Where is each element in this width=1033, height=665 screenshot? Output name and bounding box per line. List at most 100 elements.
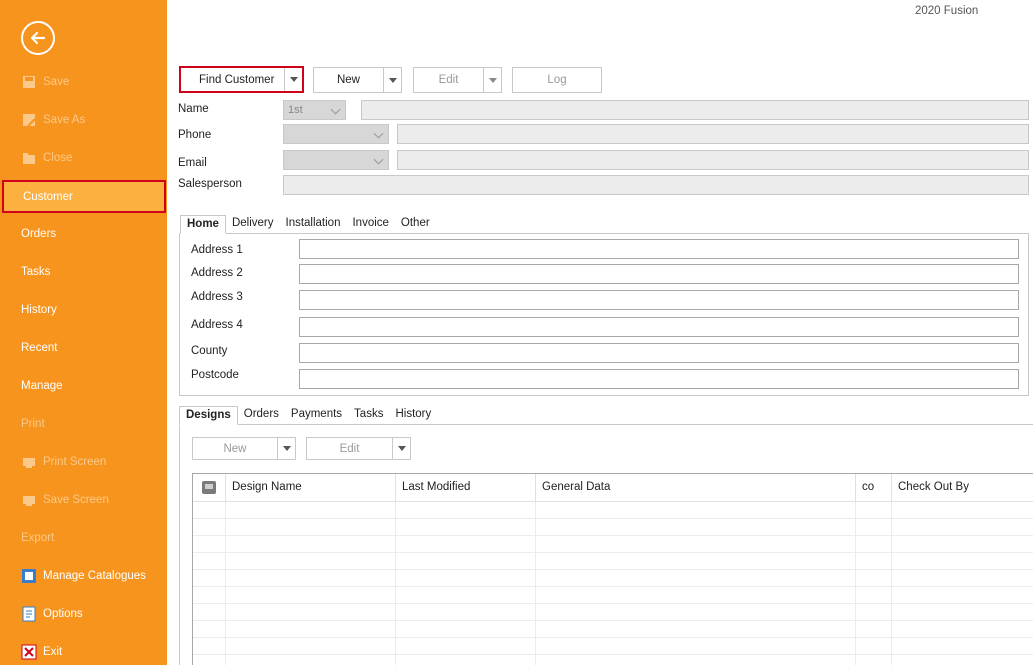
sidebar-item-save[interactable]: Save <box>0 66 167 98</box>
phone-label: Phone <box>178 129 212 141</box>
sidebar-item-manage[interactable]: Manage <box>0 370 167 402</box>
sidebar-item-label: Manage Catalogues <box>43 570 146 582</box>
salesperson-field[interactable] <box>283 175 1029 195</box>
sidebar-item-print-screen[interactable]: Print Screen <box>0 446 167 478</box>
sidebar-item-label: Save Screen <box>43 494 109 506</box>
table-row[interactable] <box>193 655 1033 665</box>
folder-close-icon <box>21 150 37 166</box>
column-last-modified[interactable]: Last Modified <box>395 474 535 502</box>
tab-home[interactable]: Home <box>180 215 226 234</box>
sidebar-item-label: Save <box>43 76 70 88</box>
sidebar-item-recent[interactable]: Recent <box>0 332 167 364</box>
design-type-icon <box>202 481 216 494</box>
design-tabs: Designs Orders Payments Tasks History <box>179 406 437 425</box>
chevron-down-icon[interactable] <box>383 68 401 92</box>
table-row[interactable] <box>193 536 1033 553</box>
email-type-select[interactable] <box>283 150 389 170</box>
sidebar-item-save-screen[interactable]: Save Screen <box>0 484 167 516</box>
address-tabs: Home Delivery Installation Invoice Other <box>180 215 436 234</box>
table-row[interactable] <box>193 553 1033 570</box>
table-row[interactable] <box>193 502 1033 519</box>
log-button[interactable]: Log <box>512 67 602 93</box>
address4-label: Address 4 <box>191 319 243 331</box>
chevron-down-icon <box>373 128 384 139</box>
new-design-button[interactable]: New <box>192 437 296 460</box>
name-order-value: 1st <box>288 104 303 116</box>
sidebar-item-close[interactable]: Close <box>0 142 167 174</box>
chevron-down-icon[interactable] <box>392 438 410 459</box>
address4-field[interactable] <box>299 317 1019 337</box>
postcode-label: Postcode <box>191 369 239 381</box>
find-customer-button[interactable]: Find Customer <box>179 66 304 93</box>
column-check-out-by[interactable]: Check Out By <box>891 474 1031 502</box>
sidebar-item-orders[interactable]: Orders <box>0 218 167 250</box>
table-row[interactable] <box>193 587 1033 604</box>
email-field[interactable] <box>397 150 1029 170</box>
sidebar-item-tasks[interactable]: Tasks <box>0 256 167 288</box>
name-label: Name <box>178 103 209 115</box>
column-co[interactable]: co <box>855 474 891 502</box>
edit-customer-button[interactable]: Edit <box>413 67 502 93</box>
tab-installation[interactable]: Installation <box>280 215 347 234</box>
county-field[interactable] <box>299 343 1019 363</box>
sidebar-item-print[interactable]: Print <box>0 408 167 440</box>
table-row[interactable] <box>193 621 1033 638</box>
address3-label: Address 3 <box>191 291 243 303</box>
tab-designs[interactable]: Designs <box>179 406 238 425</box>
table-row[interactable] <box>193 570 1033 587</box>
sidebar-item-options[interactable]: Options <box>0 598 167 630</box>
tab-tasks[interactable]: Tasks <box>348 406 389 425</box>
address2-label: Address 2 <box>191 267 243 279</box>
address3-field[interactable] <box>299 290 1019 310</box>
name-field[interactable] <box>361 100 1029 120</box>
tab-other[interactable]: Other <box>395 215 436 234</box>
back-button[interactable] <box>21 21 55 55</box>
sidebar-item-label: Print <box>21 418 45 430</box>
table-row[interactable] <box>193 638 1033 655</box>
tab-invoice[interactable]: Invoice <box>346 215 394 234</box>
address1-field[interactable] <box>299 239 1019 259</box>
address2-field[interactable] <box>299 264 1019 284</box>
sidebar-item-manage-catalogues[interactable]: Manage Catalogues <box>0 560 167 592</box>
sidebar-item-history[interactable]: History <box>0 294 167 326</box>
tab-payments[interactable]: Payments <box>285 406 348 425</box>
tab-delivery[interactable]: Delivery <box>226 215 280 234</box>
tab-orders[interactable]: Orders <box>238 406 285 425</box>
app-title: 2020 Fusion <box>915 5 979 17</box>
save-as-icon <box>21 112 37 128</box>
postcode-field[interactable] <box>299 369 1019 389</box>
print-screen-icon <box>21 454 37 470</box>
table-row[interactable] <box>193 519 1033 536</box>
new-label: New <box>336 74 360 86</box>
edit-design-button[interactable]: Edit <box>306 437 411 460</box>
new-design-label: New <box>223 442 247 455</box>
save-icon <box>21 74 37 90</box>
exit-icon <box>21 644 37 660</box>
sidebar-item-exit[interactable]: Exit <box>0 636 167 665</box>
sidebar-item-export[interactable]: Export <box>0 522 167 554</box>
sidebar-item-label: Exit <box>43 646 63 658</box>
column-design-name[interactable]: Design Name <box>225 474 395 502</box>
sidebar-item-customer[interactable]: Customer <box>2 180 166 213</box>
sidebar-item-label: Options <box>43 608 83 620</box>
tab-history[interactable]: History <box>389 406 437 425</box>
edit-label: Edit <box>438 74 459 86</box>
chevron-down-icon[interactable] <box>277 438 295 459</box>
sidebar-item-label: Manage <box>21 380 63 392</box>
phone-type-select[interactable] <box>283 124 389 144</box>
table-row[interactable] <box>193 604 1033 621</box>
county-label: County <box>191 345 228 357</box>
find-customer-label: Find Customer <box>199 73 275 86</box>
name-order-select[interactable]: 1st <box>283 100 346 120</box>
chevron-down-icon[interactable] <box>284 68 302 91</box>
designs-grid[interactable]: Design Name Last Modified General Data c… <box>192 473 1033 665</box>
phone-field[interactable] <box>397 124 1029 144</box>
chevron-down-icon[interactable] <box>483 68 501 92</box>
chevron-down-icon <box>373 154 384 165</box>
address1-label: Address 1 <box>191 244 243 256</box>
sidebar-item-save-as[interactable]: Save As <box>0 104 167 136</box>
column-general-data[interactable]: General Data <box>535 474 855 502</box>
sidebar-item-label: Save As <box>43 114 86 126</box>
new-customer-button[interactable]: New <box>313 67 402 93</box>
sidebar-item-label: Export <box>21 532 55 544</box>
